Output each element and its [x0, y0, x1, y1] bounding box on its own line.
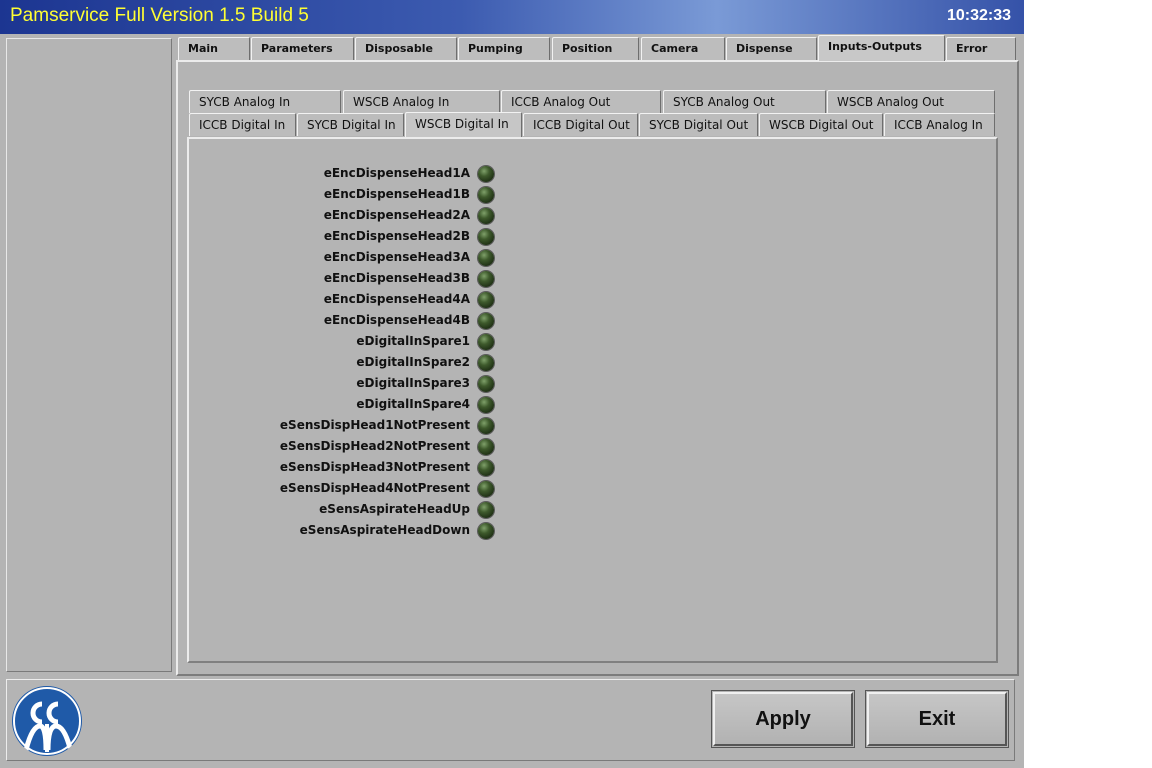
status-led-indicator — [478, 166, 494, 182]
digital-input-row: eSensDispHead2NotPresent — [200, 437, 496, 458]
status-led-indicator — [478, 250, 494, 266]
digital-input-row: eEncDispenseHead4B — [200, 311, 496, 332]
digital-input-row: eDigitalInSpare1 — [200, 332, 496, 353]
digital-input-label: eSensDispHead4NotPresent — [279, 481, 470, 495]
status-led-indicator — [478, 460, 494, 476]
tab-inputs-outputs[interactable]: Inputs-Outputs — [818, 35, 945, 61]
digital-input-label: eEncDispenseHead1A — [323, 166, 470, 180]
subtab-wscb-analog-out[interactable]: WSCB Analog Out — [827, 90, 995, 113]
tab-parameters[interactable]: Parameters — [251, 37, 354, 61]
digital-input-row: eSensAspirateHeadDown — [200, 521, 496, 542]
digital-input-label: eEncDispenseHead2B — [323, 229, 470, 243]
app-window: Pamservice Full Version 1.5 Build 5 10:3… — [0, 0, 1024, 768]
tab-error[interactable]: Error — [946, 37, 1016, 61]
digital-input-label: eEncDispenseHead4A — [323, 292, 470, 306]
clock: 10:32:33 — [946, 7, 1011, 24]
tab-pumping[interactable]: Pumping — [458, 37, 550, 61]
digital-input-label: eEncDispenseHead2A — [323, 208, 470, 222]
status-led-indicator — [478, 502, 494, 518]
tab-main[interactable]: Main — [178, 37, 250, 61]
status-led-indicator — [478, 271, 494, 287]
apply-button[interactable]: Apply — [713, 692, 853, 746]
digital-input-row: eEncDispenseHead3A — [200, 248, 496, 269]
status-led-indicator — [478, 208, 494, 224]
digital-input-label: eDigitalInSpare3 — [356, 376, 470, 390]
tab-disposable[interactable]: Disposable — [355, 37, 457, 61]
tab-camera[interactable]: Camera — [641, 37, 725, 61]
digital-input-label: eSensDispHead3NotPresent — [279, 460, 470, 474]
digital-input-row: eDigitalInSpare2 — [200, 353, 496, 374]
status-led-indicator — [478, 292, 494, 308]
status-led-indicator — [478, 418, 494, 434]
digital-input-label: eDigitalInSpare1 — [356, 334, 470, 348]
digital-input-row: eSensDispHead1NotPresent — [200, 416, 496, 437]
subtab-iccb-digital-in[interactable]: ICCB Digital In — [189, 113, 296, 136]
status-led-indicator — [478, 439, 494, 455]
status-led-indicator — [478, 334, 494, 350]
status-led-indicator — [478, 397, 494, 413]
digital-input-label: eDigitalInSpare4 — [356, 397, 470, 411]
status-led-indicator — [478, 355, 494, 371]
digital-input-row: eEncDispenseHead1A — [200, 164, 496, 185]
status-led-indicator — [478, 313, 494, 329]
subtab-iccb-analog-out[interactable]: ICCB Analog Out — [501, 90, 661, 113]
status-led-indicator — [478, 523, 494, 539]
tab-position[interactable]: Position — [552, 37, 639, 61]
digital-input-row: eEncDispenseHead4A — [200, 290, 496, 311]
title-bar: Pamservice Full Version 1.5 Build 5 10:3… — [0, 0, 1024, 34]
digital-input-row: eEncDispenseHead2B — [200, 227, 496, 248]
digital-input-row: eSensDispHead3NotPresent — [200, 458, 496, 479]
subtab-sycb-digital-out[interactable]: SYCB Digital Out — [639, 113, 758, 136]
subtab-sycb-analog-in[interactable]: SYCB Analog In — [189, 90, 341, 113]
status-led-indicator — [478, 376, 494, 392]
digital-input-label: eSensDispHead1NotPresent — [279, 418, 470, 432]
digital-input-row: eEncDispenseHead2A — [200, 206, 496, 227]
subtab-sycb-analog-out[interactable]: SYCB Analog Out — [663, 90, 826, 113]
left-side-panel — [6, 38, 172, 672]
subtab-wscb-analog-in[interactable]: WSCB Analog In — [343, 90, 500, 113]
bottom-bar — [6, 679, 1015, 761]
subtab-sycb-digital-in[interactable]: SYCB Digital In — [297, 113, 404, 136]
digital-input-label: eEncDispenseHead4B — [323, 313, 470, 327]
subtab-wscb-digital-out[interactable]: WSCB Digital Out — [759, 113, 883, 136]
digital-input-label: eEncDispenseHead3B — [323, 271, 470, 285]
status-led-indicator — [478, 229, 494, 245]
digital-input-label: eEncDispenseHead3A — [323, 250, 470, 264]
main-tab-bar: Main Parameters Disposable Pumping Posit… — [178, 35, 1020, 61]
subtab-iccb-digital-out[interactable]: ICCB Digital Out — [523, 113, 638, 136]
subtab-iccb-analog-in[interactable]: ICCB Analog In — [884, 113, 995, 136]
subtab-wscb-digital-in[interactable]: WSCB Digital In — [405, 112, 522, 137]
digital-input-row: eDigitalInSpare4 — [200, 395, 496, 416]
company-logo — [12, 686, 82, 756]
digital-input-row: eSensDispHead4NotPresent — [200, 479, 496, 500]
digital-input-label: eEncDispenseHead1B — [323, 187, 470, 201]
status-led-indicator — [478, 187, 494, 203]
digital-input-label: eSensDispHead2NotPresent — [279, 439, 470, 453]
exit-button[interactable]: Exit — [867, 692, 1007, 746]
digital-input-label: eSensAspirateHeadDown — [299, 523, 470, 537]
digital-input-row: eSensAspirateHeadUp — [200, 500, 496, 521]
digital-input-label: eDigitalInSpare2 — [356, 355, 470, 369]
window-title: Pamservice Full Version 1.5 Build 5 — [10, 5, 309, 26]
digital-input-row: eEncDispenseHead1B — [200, 185, 496, 206]
digital-input-row: eDigitalInSpare3 — [200, 374, 496, 395]
digital-input-label: eSensAspirateHeadUp — [319, 502, 470, 516]
status-led-indicator — [478, 481, 494, 497]
digital-input-row: eEncDispenseHead3B — [200, 269, 496, 290]
tab-dispense[interactable]: Dispense — [726, 37, 817, 61]
